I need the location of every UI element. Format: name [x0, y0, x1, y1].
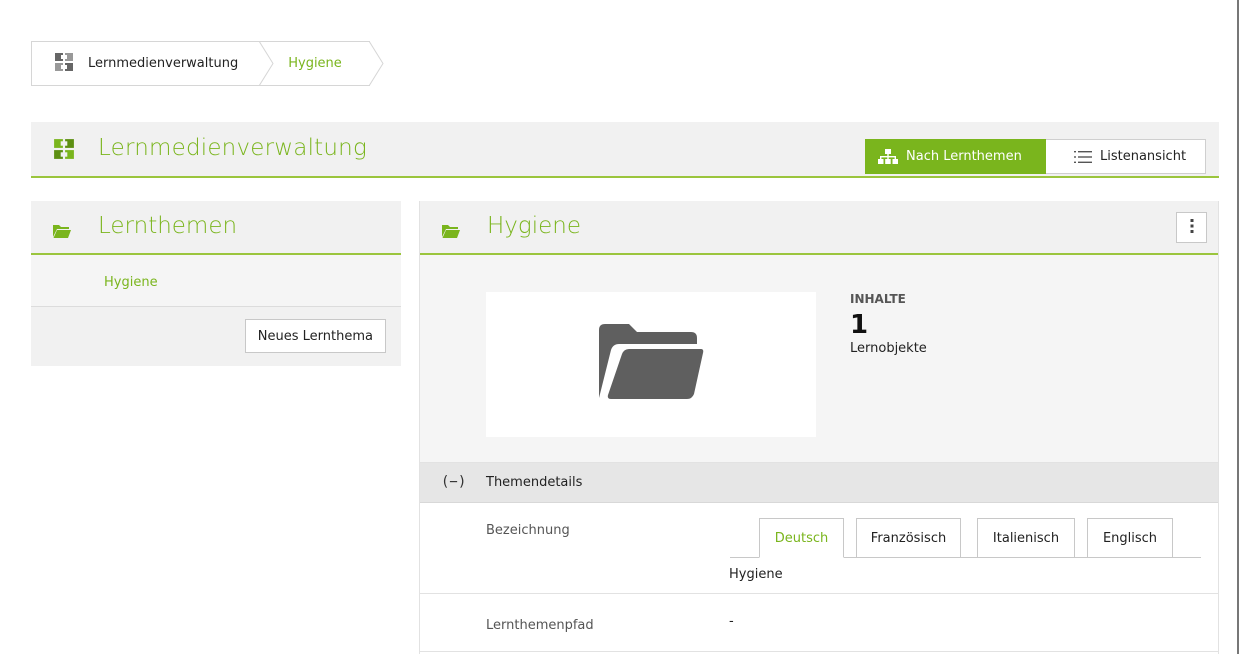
path-field-label: Lernthemenpfad — [486, 618, 594, 633]
list-icon — [1074, 150, 1092, 164]
path-field-row: Lernthemenpfad - — [420, 594, 1218, 652]
name-field-value: Hygiene — [729, 567, 783, 582]
topics-panel-title: Lernthemen — [98, 213, 238, 239]
tab-franzoesisch[interactable]: Französisch — [856, 518, 961, 558]
language-tabs: Deutsch Französisch Italienisch Englisch — [730, 518, 1201, 558]
topic-label: Hygiene — [104, 275, 158, 290]
topic-detail-header: Hygiene — [420, 201, 1218, 255]
module-header: Lernmedienverwaltung Nach Lernthemen Lis… — [31, 122, 1219, 178]
breadcrumb-label: Lernmedienverwaltung — [88, 56, 239, 71]
new-topic-button[interactable]: Neues Lernthema — [244, 319, 386, 353]
breadcrumb-item-module[interactable]: Lernmedienverwaltung — [31, 41, 274, 86]
breadcrumb-end-arrow — [368, 41, 384, 86]
module-title: Lernmedienverwaltung — [98, 135, 367, 161]
folder-icon — [595, 322, 707, 408]
topic-detail-title: Hygiene — [487, 213, 581, 239]
folder-icon — [53, 223, 71, 242]
topic-list-item[interactable]: Hygiene — [31, 255, 401, 307]
topic-summary: INHALTE 1 Lernobjekte — [420, 255, 1218, 463]
tab-italienisch[interactable]: Italienisch — [977, 518, 1075, 558]
section-label: Themendetails — [486, 475, 583, 490]
topic-thumbnail — [486, 292, 816, 437]
view-by-topics-button[interactable]: Nach Lernthemen — [865, 139, 1046, 174]
contents-count: 1 — [850, 310, 869, 340]
list-view-label: Listenansicht — [1100, 149, 1187, 164]
more-options-button[interactable] — [1176, 212, 1207, 243]
tab-englisch[interactable]: Englisch — [1087, 518, 1173, 558]
topic-detail-panel: Hygiene INHALTE 1 Lernobjekte (−) Themen… — [419, 201, 1219, 654]
kebab-menu-icon — [1190, 218, 1194, 237]
page: Lernmedienverwaltung Hygiene Lernmedienv… — [0, 0, 1239, 654]
contents-label: INHALTE — [850, 292, 906, 306]
topics-panel-header: Lernthemen — [31, 201, 401, 255]
list-view-button[interactable]: Listenansicht — [1046, 139, 1206, 174]
folder-icon — [442, 223, 460, 242]
collapse-toggle[interactable]: (−) — [441, 474, 466, 490]
topics-panel: Lernthemen Hygiene Neues Lernthema — [31, 201, 401, 366]
module-icon — [54, 52, 74, 76]
name-field-label: Bezeichnung — [486, 523, 570, 538]
view-switch: Nach Lernthemen Listenansicht — [865, 139, 1206, 174]
path-field-value: - — [729, 614, 734, 629]
module-icon — [53, 138, 75, 164]
breadcrumb-item-current[interactable]: Hygiene — [260, 41, 384, 86]
breadcrumb-label: Hygiene — [288, 56, 342, 71]
tab-deutsch[interactable]: Deutsch — [759, 518, 844, 558]
topic-details-section-header[interactable]: (−) Themendetails — [420, 463, 1218, 503]
breadcrumb: Lernmedienverwaltung Hygiene — [31, 41, 384, 86]
hierarchy-icon — [878, 148, 898, 165]
name-field-row: Bezeichnung Deutsch Französisch Italieni… — [420, 503, 1218, 594]
contents-unit: Lernobjekte — [850, 341, 927, 356]
view-by-topics-label: Nach Lernthemen — [906, 149, 1022, 164]
